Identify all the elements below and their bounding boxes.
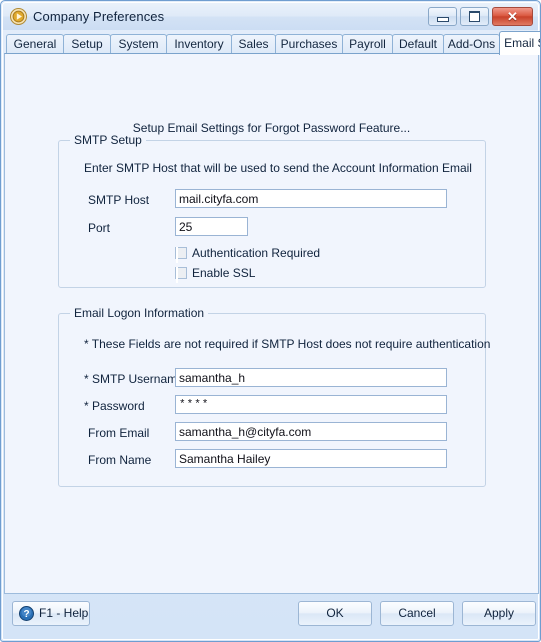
smtp-host-label: SMTP Host xyxy=(88,193,150,207)
tab-default[interactable]: Default xyxy=(392,34,444,54)
tab-content-email-setup: Setup Email Settings for Forgot Password… xyxy=(4,53,539,594)
app-play-circle-icon xyxy=(10,8,27,25)
window-title: Company Preferences xyxy=(33,9,165,24)
minimize-button[interactable] xyxy=(428,7,457,26)
maximize-icon xyxy=(461,8,488,25)
email-logon-group-title: Email Logon Information xyxy=(70,306,209,320)
authentication-required-label: Authentication Required xyxy=(192,246,321,260)
tab-system[interactable]: System xyxy=(110,34,167,54)
smtp-setup-group-title: SMTP Setup xyxy=(70,133,146,147)
enable-ssl-checkbox-row[interactable]: Enable SSL xyxy=(175,265,256,283)
tab-purchases[interactable]: Purchases xyxy=(275,34,343,54)
apply-button[interactable]: Apply xyxy=(462,601,536,626)
port-label: Port xyxy=(88,221,111,235)
company-preferences-window: Company Preferences ✕ General Setup System… xyxy=(0,0,541,642)
tab-bar: General Setup System Inventory Sales Purchase… xyxy=(3,31,540,55)
smtp-username-input[interactable] xyxy=(175,368,447,387)
maximize-button[interactable] xyxy=(460,7,489,26)
ok-button[interactable]: OK xyxy=(298,601,372,626)
tab-add-ons[interactable]: Add-Ons xyxy=(443,34,500,54)
close-icon: ✕ xyxy=(507,9,518,24)
svg-text:?: ? xyxy=(23,609,29,620)
smtp-setup-note: Enter SMTP Host that will be used to sen… xyxy=(84,161,472,175)
tab-general[interactable]: General xyxy=(6,34,64,54)
port-input[interactable] xyxy=(175,217,248,236)
authentication-required-checkbox[interactable] xyxy=(175,247,187,263)
smtp-username-label: * SMTP Username xyxy=(84,372,184,386)
password-input[interactable] xyxy=(175,395,447,414)
cancel-button[interactable]: Cancel xyxy=(380,601,454,626)
from-name-label: From Name xyxy=(88,453,152,467)
enable-ssl-checkbox[interactable] xyxy=(175,267,187,283)
tab-inventory[interactable]: Inventory xyxy=(166,34,232,54)
tab-sales[interactable]: Sales xyxy=(231,34,276,54)
email-logon-information-group: Email Logon Information * These Fields a… xyxy=(58,306,490,487)
from-email-label: From Email xyxy=(88,426,150,440)
tab-payroll[interactable]: Payroll xyxy=(342,34,393,54)
from-email-input[interactable] xyxy=(175,422,447,441)
password-label: * Password xyxy=(84,399,145,413)
authentication-required-checkbox-row[interactable]: Authentication Required xyxy=(175,245,321,263)
smtp-setup-group: SMTP Setup Enter SMTP Host that will be … xyxy=(58,133,486,288)
email-logon-note: * These Fields are not required if SMTP … xyxy=(84,337,491,351)
tab-setup[interactable]: Setup xyxy=(63,34,111,54)
dialog-footer: ? F1 - Help OK Cancel Apply xyxy=(3,597,540,641)
enable-ssl-label: Enable SSL xyxy=(192,266,256,280)
minimize-icon xyxy=(429,8,456,25)
smtp-host-input[interactable] xyxy=(175,189,447,208)
help-button-label: F1 - Help xyxy=(39,606,89,620)
from-name-input[interactable] xyxy=(175,449,447,468)
question-mark-circle-icon: ? xyxy=(19,606,34,621)
close-button[interactable]: ✕ xyxy=(492,7,533,26)
tab-email-setup[interactable]: Email Setup xyxy=(499,31,540,55)
title-bar: Company Preferences ✕ xyxy=(3,3,538,30)
help-button[interactable]: ? F1 - Help xyxy=(12,601,90,626)
